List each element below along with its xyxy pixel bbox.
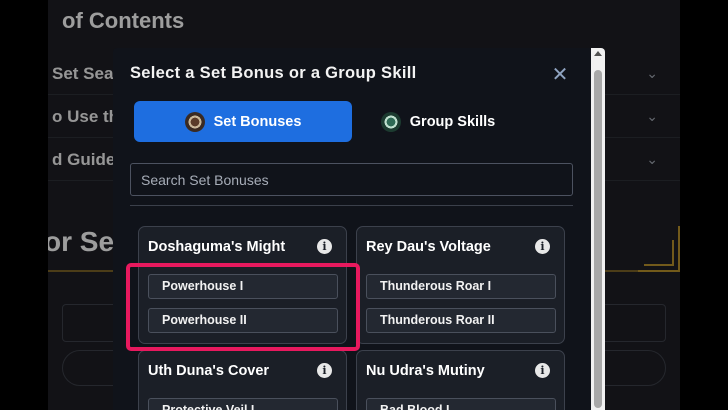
tab-label: Group Skills [409,113,496,130]
set-bonus-card: Nu Udra's Mutiny i Bad Blood I [356,350,565,410]
modal-title: Select a Set Bonus or a Group Skill [130,64,417,82]
set-bonus-card: Rey Dau's Voltage i Thunderous Roar I Th… [356,226,565,344]
close-icon[interactable]: ✕ [549,64,571,86]
skill-button[interactable]: Bad Blood I [366,398,556,410]
card-title: Uth Duna's Cover [148,363,270,379]
search-divider [130,205,573,206]
skill-button[interactable]: Powerhouse I [148,274,338,299]
search-set-bonuses-input[interactable] [130,163,573,196]
set-bonus-card: Uth Duna's Cover i Protective Veil I [138,350,347,410]
skill-button[interactable]: Powerhouse II [148,308,338,333]
scroll-thumb[interactable] [594,70,602,408]
modal-scrollbar[interactable] [591,48,605,410]
card-title: Nu Udra's Mutiny [366,363,485,379]
info-icon[interactable]: i [535,363,550,378]
set-bonus-emblem-icon [184,111,205,132]
info-icon[interactable]: i [317,239,332,254]
tab-group-skills[interactable]: Group Skills [353,101,523,142]
skill-button[interactable]: Protective Veil I [148,398,338,410]
set-bonus-card: Doshaguma's Might i Powerhouse I Powerho… [138,226,347,344]
info-icon[interactable]: i [535,239,550,254]
tab-label: Set Bonuses [213,113,302,130]
card-title: Doshaguma's Might [148,239,286,255]
set-bonus-modal: Select a Set Bonus or a Group Skill ✕ Se… [113,48,605,410]
group-skill-emblem-icon [380,111,401,132]
skill-button[interactable]: Thunderous Roar I [366,274,556,299]
skill-button[interactable]: Thunderous Roar II [366,308,556,333]
card-title: Rey Dau's Voltage [366,239,491,255]
tab-set-bonuses[interactable]: Set Bonuses [134,101,352,142]
info-icon[interactable]: i [317,363,332,378]
scroll-up-arrow-icon[interactable] [594,51,602,56]
